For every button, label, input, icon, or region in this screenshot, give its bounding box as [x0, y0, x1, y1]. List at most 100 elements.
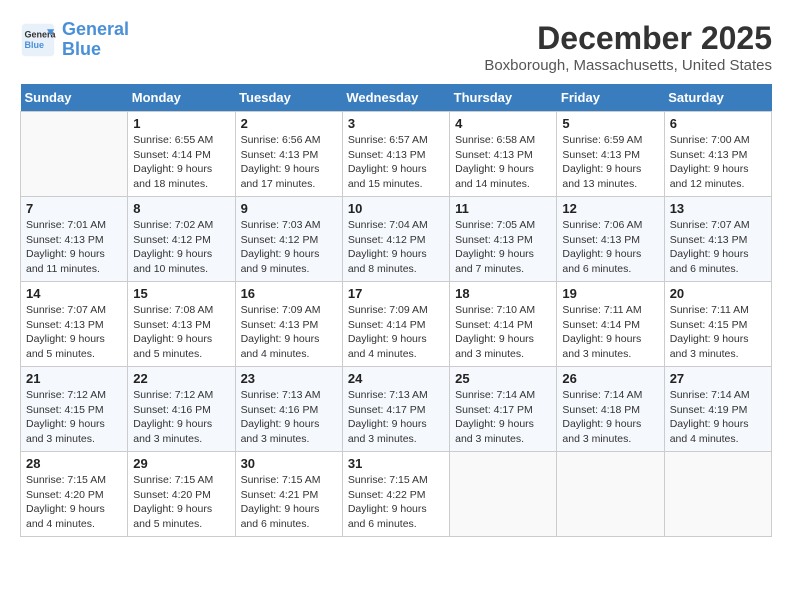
weekday-header-saturday: Saturday [664, 84, 771, 112]
calendar-cell: 22 Sunrise: 7:12 AMSunset: 4:16 PMDayligh… [128, 367, 235, 452]
day-info: Sunrise: 7:07 AMSunset: 4:13 PMDaylight:… [670, 218, 766, 277]
day-info: Sunrise: 7:12 AMSunset: 4:16 PMDaylight:… [133, 388, 229, 447]
day-info: Sunrise: 7:14 AMSunset: 4:19 PMDaylight:… [670, 388, 766, 447]
day-info: Sunrise: 6:55 AMSunset: 4:14 PMDaylight:… [133, 133, 229, 192]
day-info: Sunrise: 7:09 AMSunset: 4:13 PMDaylight:… [241, 303, 337, 362]
day-number: 8 [133, 201, 229, 216]
day-number: 15 [133, 286, 229, 301]
day-info: Sunrise: 6:58 AMSunset: 4:13 PMDaylight:… [455, 133, 551, 192]
day-number: 2 [241, 116, 337, 131]
calendar-week-5: 28Sunrise: 7:15 AMSunset: 4:20 PMDayligh… [21, 452, 772, 537]
day-info: Sunrise: 7:08 AMSunset: 4:13 PMDaylight:… [133, 303, 229, 362]
day-info: Sunrise: 7:15 AMSunset: 4:21 PMDaylight:… [241, 473, 337, 532]
title-area: December 2025 Boxborough, Massachusetts,… [484, 20, 772, 74]
day-info: Sunrise: 7:02 AMSunset: 4:12 PMDaylight:… [133, 218, 229, 277]
weekday-header-wednesday: Wednesday [342, 84, 449, 112]
calendar-cell: 21 Sunrise: 7:12 AMSunset: 4:15 PMDayligh… [21, 367, 128, 452]
logo-line2: Blue [62, 39, 101, 59]
weekday-header-monday: Monday [128, 84, 235, 112]
calendar-cell: 14Sunrise: 7:07 AMSunset: 4:13 PMDayligh… [21, 282, 128, 367]
calendar-cell [21, 112, 128, 197]
day-info: Sunrise: 7:14 AMSunset: 4:17 PMDaylight:… [455, 388, 551, 447]
weekday-header-friday: Friday [557, 84, 664, 112]
calendar-cell: 10 Sunrise: 7:04 AMSunset: 4:12 PMDayligh… [342, 197, 449, 282]
day-info: Sunrise: 6:57 AMSunset: 4:13 PMDaylight:… [348, 133, 444, 192]
calendar-cell: 6 Sunrise: 7:00 AMSunset: 4:13 PMDaylight… [664, 112, 771, 197]
day-info: Sunrise: 7:10 AMSunset: 4:14 PMDaylight:… [455, 303, 551, 362]
day-info: Sunrise: 7:04 AMSunset: 4:12 PMDaylight:… [348, 218, 444, 277]
day-info: Sunrise: 7:06 AMSunset: 4:13 PMDaylight:… [562, 218, 658, 277]
day-number: 20 [670, 286, 766, 301]
month-title: December 2025 [484, 20, 772, 57]
day-number: 4 [455, 116, 551, 131]
day-number: 9 [241, 201, 337, 216]
calendar-cell: 11Sunrise: 7:05 AMSunset: 4:13 PMDayligh… [450, 197, 557, 282]
day-number: 30 [241, 456, 337, 471]
calendar-cell: 17 Sunrise: 7:09 AMSunset: 4:14 PMDayligh… [342, 282, 449, 367]
calendar-cell: 9 Sunrise: 7:03 AMSunset: 4:12 PMDaylight… [235, 197, 342, 282]
logo-line1: General [62, 19, 129, 39]
calendar-cell: 15 Sunrise: 7:08 AMSunset: 4:13 PMDayligh… [128, 282, 235, 367]
day-info: Sunrise: 7:12 AMSunset: 4:15 PMDaylight:… [26, 388, 122, 447]
day-number: 23 [241, 371, 337, 386]
calendar-week-1: 1 Sunrise: 6:55 AMSunset: 4:14 PMDaylight… [21, 112, 772, 197]
calendar-cell: 13 Sunrise: 7:07 AMSunset: 4:13 PMDayligh… [664, 197, 771, 282]
day-number: 10 [348, 201, 444, 216]
day-number: 27 [670, 371, 766, 386]
weekday-header-sunday: Sunday [21, 84, 128, 112]
calendar-week-2: 7Sunrise: 7:01 AMSunset: 4:13 PMDaylight… [21, 197, 772, 282]
day-number: 16 [241, 286, 337, 301]
calendar-cell: 1 Sunrise: 6:55 AMSunset: 4:14 PMDaylight… [128, 112, 235, 197]
day-info: Sunrise: 7:13 AMSunset: 4:17 PMDaylight:… [348, 388, 444, 447]
day-info: Sunrise: 7:03 AMSunset: 4:12 PMDaylight:… [241, 218, 337, 277]
calendar-cell: 24 Sunrise: 7:13 AMSunset: 4:17 PMDayligh… [342, 367, 449, 452]
calendar-cell: 20Sunrise: 7:11 AMSunset: 4:15 PMDayligh… [664, 282, 771, 367]
logo-text: General Blue [62, 20, 129, 60]
day-info: Sunrise: 7:13 AMSunset: 4:16 PMDaylight:… [241, 388, 337, 447]
day-number: 12 [562, 201, 658, 216]
day-number: 26 [562, 371, 658, 386]
day-number: 22 [133, 371, 229, 386]
day-info: Sunrise: 7:01 AMSunset: 4:13 PMDaylight:… [26, 218, 122, 277]
calendar-cell [557, 452, 664, 537]
day-number: 6 [670, 116, 766, 131]
calendar-cell: 25Sunrise: 7:14 AMSunset: 4:17 PMDayligh… [450, 367, 557, 452]
calendar-week-4: 21 Sunrise: 7:12 AMSunset: 4:15 PMDayligh… [21, 367, 772, 452]
day-info: Sunrise: 6:59 AMSunset: 4:13 PMDaylight:… [562, 133, 658, 192]
day-info: Sunrise: 7:00 AMSunset: 4:13 PMDaylight:… [670, 133, 766, 192]
calendar-table: SundayMondayTuesdayWednesdayThursdayFrid… [20, 84, 772, 537]
calendar-cell: 3 Sunrise: 6:57 AMSunset: 4:13 PMDaylight… [342, 112, 449, 197]
day-number: 13 [670, 201, 766, 216]
day-info: Sunrise: 7:15 AMSunset: 4:22 PMDaylight:… [348, 473, 444, 532]
weekday-header-thursday: Thursday [450, 84, 557, 112]
day-number: 21 [26, 371, 122, 386]
day-info: Sunrise: 7:05 AMSunset: 4:13 PMDaylight:… [455, 218, 551, 277]
calendar-cell [450, 452, 557, 537]
calendar-cell: 5 Sunrise: 6:59 AMSunset: 4:13 PMDaylight… [557, 112, 664, 197]
location-title: Boxborough, Massachusetts, United States [484, 57, 772, 74]
day-info: Sunrise: 7:11 AMSunset: 4:14 PMDaylight:… [562, 303, 658, 362]
calendar-cell: 12 Sunrise: 7:06 AMSunset: 4:13 PMDayligh… [557, 197, 664, 282]
calendar-cell: 23 Sunrise: 7:13 AMSunset: 4:16 PMDayligh… [235, 367, 342, 452]
day-number: 14 [26, 286, 122, 301]
day-number: 24 [348, 371, 444, 386]
day-number: 1 [133, 116, 229, 131]
calendar-cell: 4 Sunrise: 6:58 AMSunset: 4:13 PMDaylight… [450, 112, 557, 197]
calendar-cell: 29Sunrise: 7:15 AMSunset: 4:20 PMDayligh… [128, 452, 235, 537]
day-number: 19 [562, 286, 658, 301]
calendar-cell: 7Sunrise: 7:01 AMSunset: 4:13 PMDaylight… [21, 197, 128, 282]
calendar-cell: 16 Sunrise: 7:09 AMSunset: 4:13 PMDayligh… [235, 282, 342, 367]
day-number: 29 [133, 456, 229, 471]
day-number: 17 [348, 286, 444, 301]
calendar-cell: 2 Sunrise: 6:56 AMSunset: 4:13 PMDaylight… [235, 112, 342, 197]
weekday-header-tuesday: Tuesday [235, 84, 342, 112]
day-number: 3 [348, 116, 444, 131]
day-info: Sunrise: 7:09 AMSunset: 4:14 PMDaylight:… [348, 303, 444, 362]
calendar-week-3: 14Sunrise: 7:07 AMSunset: 4:13 PMDayligh… [21, 282, 772, 367]
day-number: 5 [562, 116, 658, 131]
day-info: Sunrise: 6:56 AMSunset: 4:13 PMDaylight:… [241, 133, 337, 192]
calendar-cell: 30 Sunrise: 7:15 AMSunset: 4:21 PMDayligh… [235, 452, 342, 537]
calendar-cell: 31Sunrise: 7:15 AMSunset: 4:22 PMDayligh… [342, 452, 449, 537]
calendar-cell: 19 Sunrise: 7:11 AMSunset: 4:14 PMDayligh… [557, 282, 664, 367]
weekday-header-row: SundayMondayTuesdayWednesdayThursdayFrid… [21, 84, 772, 112]
